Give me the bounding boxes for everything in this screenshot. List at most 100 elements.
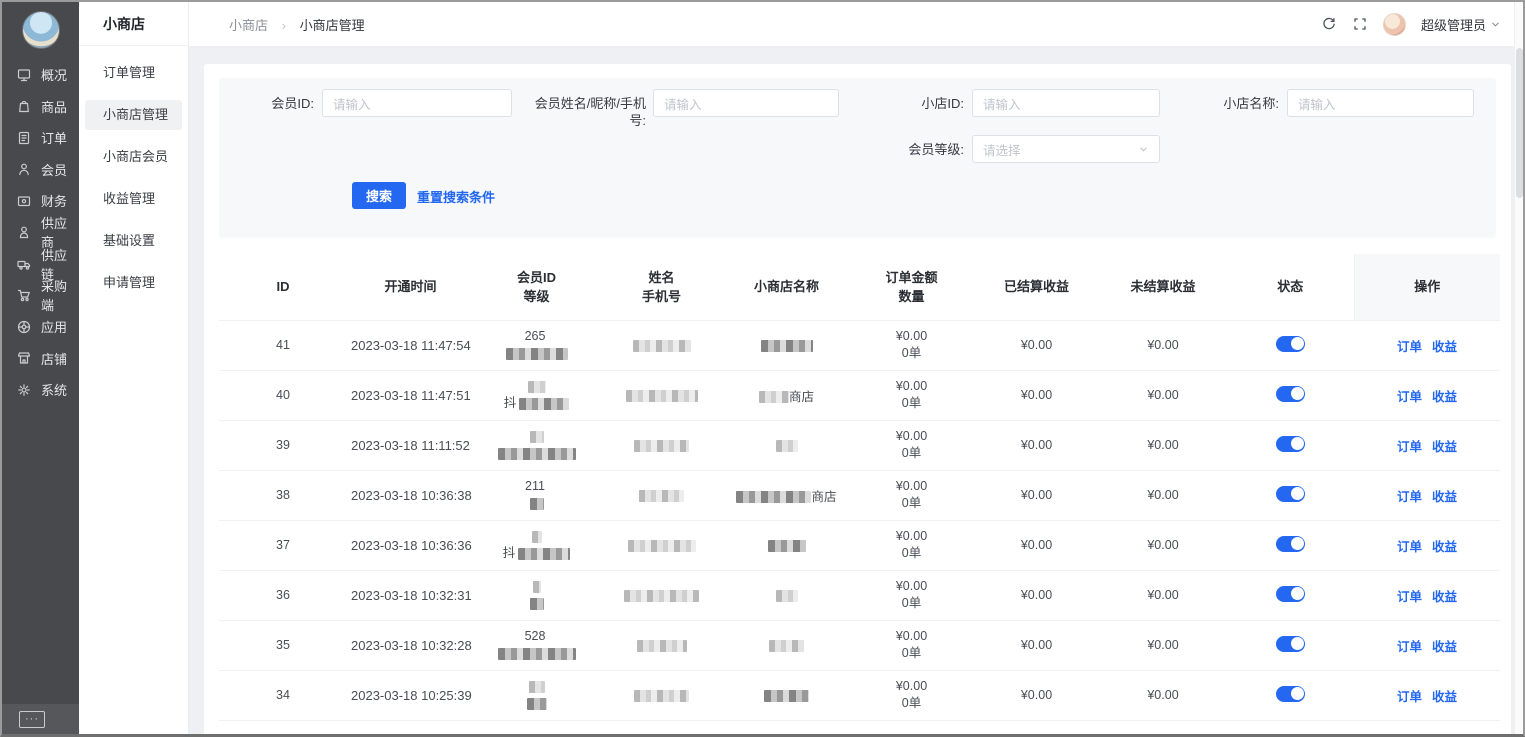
order-link[interactable]: 订单 [1397,340,1422,354]
sidebar-item-orders[interactable]: 订单 [2,122,79,154]
cell-id: 39 [219,420,347,470]
app-logo[interactable] [22,11,60,49]
sidebar-item-label: 应用 [41,317,67,336]
sidebar-item-goods[interactable]: 商品 [2,91,79,123]
cell-name [599,570,724,620]
redacted-text [528,381,546,393]
order-link[interactable]: 订单 [1397,490,1422,504]
cell-name [599,720,724,737]
redacted-text [639,490,684,502]
shop-id-input[interactable]: 请输入 [972,89,1160,117]
reset-filters-link[interactable]: 重置搜索条件 [417,187,495,206]
sidebar-item-stores[interactable]: 店铺 [2,343,79,375]
primary-nav: 概况商品订单会员财务供应商供应链采购端应用店铺系统 [2,59,79,406]
redacted-text [530,598,544,610]
sidebar-item-supply-chain[interactable]: 供应链 [2,248,79,280]
submenu-title: 小商店 [79,2,188,46]
income-link[interactable]: 收益 [1432,440,1457,454]
status-toggle[interactable] [1276,436,1305,452]
sidebar-item-label: 商品 [41,97,67,116]
cell-actions: 订单收益 [1354,520,1500,570]
fullscreen-icon[interactable] [1352,16,1368,32]
order-link[interactable]: 订单 [1397,590,1422,604]
member-level-select[interactable]: 请选择 [972,135,1160,163]
redacted-text [626,390,698,402]
income-link[interactable]: 收益 [1432,340,1457,354]
refresh-icon[interactable] [1321,16,1337,32]
sidebar-footer: ··· [2,704,79,734]
sidebar-item-label: 订单 [41,128,67,147]
income-link[interactable]: 收益 [1432,640,1457,654]
income-link[interactable]: 收益 [1432,590,1457,604]
redacted-text [628,540,696,552]
cell-member: 抖 [474,370,599,420]
status-toggle[interactable] [1276,386,1305,402]
table-row: 372023-03-18 10:36:36抖¥0.000单¥0.00¥0.00订… [219,520,1500,570]
income-link[interactable]: 收益 [1432,540,1457,554]
cell-opened-at: 2023-03-18 10:25:39 [347,670,474,720]
vertical-scrollbar[interactable] [1514,2,1523,734]
order-link[interactable]: 订单 [1397,690,1422,704]
user-avatar[interactable] [1383,13,1406,36]
sidebar-item-label: 会员 [41,160,67,179]
sidebar-item-finance[interactable]: 财务 [2,185,79,217]
orders-icon [16,130,32,146]
redacted-text [634,440,689,452]
submenu-item-4[interactable]: 基础设置 [85,226,182,256]
member-id-input[interactable]: 请输入 [322,89,512,117]
topbar-right: 超级管理员 [1321,13,1501,36]
submenu-item-2[interactable]: 小商店会员 [85,142,182,172]
cell-status [1227,520,1354,570]
order-link[interactable]: 订单 [1397,640,1422,654]
income-link[interactable]: 收益 [1432,690,1457,704]
order-link[interactable]: 订单 [1397,540,1422,554]
redacted-text [624,590,699,602]
collapse-icon[interactable]: ··· [19,711,45,728]
cell-opened-at [347,720,474,737]
sidebar-item-supplier[interactable]: 供应商 [2,217,79,249]
order-link[interactable]: 订单 [1397,440,1422,454]
cell-opened-at: 2023-03-18 11:11:52 [347,420,474,470]
cell-unsettled-income: ¥0.00 [1099,570,1227,620]
order-link[interactable]: 订单 [1397,390,1422,404]
sidebar-item-label: 采购端 [41,276,79,314]
cell-order-amount: ¥0.000单 [849,420,974,470]
sidebar-item-overview[interactable]: 概况 [2,59,79,91]
cell-id: 37 [219,520,347,570]
sidebar-item-apps[interactable]: 应用 [2,311,79,343]
submenu-item-0[interactable]: 订单管理 [85,58,182,88]
breadcrumb-root[interactable]: 小商店 [229,18,268,33]
redacted-text [768,540,806,552]
income-link[interactable]: 收益 [1432,390,1457,404]
table-row: 352023-03-18 10:32:28528¥0.000单¥0.00¥0.0… [219,620,1500,670]
status-toggle[interactable] [1276,686,1305,702]
submenu-nav: 订单管理小商店管理小商店会员收益管理基础设置申请管理 [79,58,188,298]
status-toggle[interactable] [1276,336,1305,352]
user-menu[interactable]: 超级管理员 [1421,15,1501,34]
income-link[interactable]: 收益 [1432,490,1457,504]
cell-unsettled-income [1099,720,1227,737]
shop-name-input[interactable]: 请输入 [1287,89,1474,117]
member-name-input[interactable]: 请输入 [653,89,839,117]
cell-member [474,420,599,470]
sidebar-item-procurement[interactable]: 采购端 [2,280,79,312]
status-toggle[interactable] [1276,586,1305,602]
sidebar-item-system[interactable]: 系统 [2,374,79,406]
cell-name [599,320,724,370]
status-toggle[interactable] [1276,636,1305,652]
system-icon [16,382,32,398]
submenu-item-3[interactable]: 收益管理 [85,184,182,214]
submenu-item-5[interactable]: 申请管理 [85,268,182,298]
cell-id: 36 [219,570,347,620]
supplier-icon [16,224,32,240]
submenu-item-1[interactable]: 小商店管理 [85,100,182,130]
cell-status [1227,620,1354,670]
chevron-down-icon [1138,144,1149,155]
scrollbar-thumb[interactable] [1516,48,1523,198]
overview-icon [16,67,32,83]
sidebar-item-members[interactable]: 会员 [2,154,79,186]
status-toggle[interactable] [1276,486,1305,502]
status-toggle[interactable] [1276,536,1305,552]
shop-id-label: 小店ID: [874,95,964,112]
search-button[interactable]: 搜索 [352,182,406,209]
